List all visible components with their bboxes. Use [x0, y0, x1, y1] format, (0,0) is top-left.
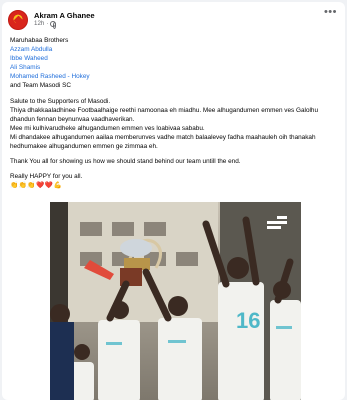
meta-separator: ·	[46, 19, 49, 27]
post-body: Maruhabaa Brothers Azzam Abdulla Ibbe Wa…	[10, 36, 340, 190]
post-header: Akram A Ghanee 12h ·	[8, 8, 339, 32]
author-avatar[interactable]	[8, 10, 28, 30]
team-line: and Team Masodi SC	[10, 82, 71, 90]
body-line: Mi dhandakee alhugandumen aailaa memberu…	[10, 133, 316, 151]
jersey-number: 16	[236, 308, 260, 333]
post-meta: 12h ·	[34, 19, 95, 30]
body-line: Thiya dhakkaaladhinee Footbaalhaige reet…	[10, 106, 319, 123]
greeting: Maruhabaa Brothers	[10, 37, 69, 44]
photo-watermark-icon	[267, 216, 287, 232]
body-line: Mee mi kulhivarudheke alhugandumen emmen…	[10, 124, 205, 132]
public-globe-icon	[50, 21, 57, 30]
tag-link[interactable]: Ibbe Waheed	[10, 54, 340, 63]
happy-line: Really HAPPY for you all.	[10, 173, 83, 181]
emoji-row: 👏👏👏❤️❤️💪	[10, 182, 63, 190]
post-header-text: Akram A Ghanee 12h ·	[34, 12, 95, 30]
more-options-button[interactable]: •••	[324, 6, 337, 18]
body-line: Salute to the Supporters of Masodi.	[10, 97, 111, 105]
tag-link[interactable]: Mohamed Rasheed - Hokey	[10, 72, 340, 81]
thanks-line: Thank You all for showing us how we shou…	[10, 158, 241, 166]
club-crest-icon	[13, 15, 23, 25]
post-time[interactable]: 12h	[34, 20, 44, 28]
celebration-photo-illustration: 16	[50, 202, 301, 400]
tag-link[interactable]: Ali Shamis	[10, 63, 340, 72]
post-card: Akram A Ghanee 12h · ••• Maruhabaa Broth…	[2, 2, 345, 400]
tag-link[interactable]: Azzam Abdulla	[10, 45, 340, 54]
post-photo[interactable]: 16	[50, 202, 301, 400]
